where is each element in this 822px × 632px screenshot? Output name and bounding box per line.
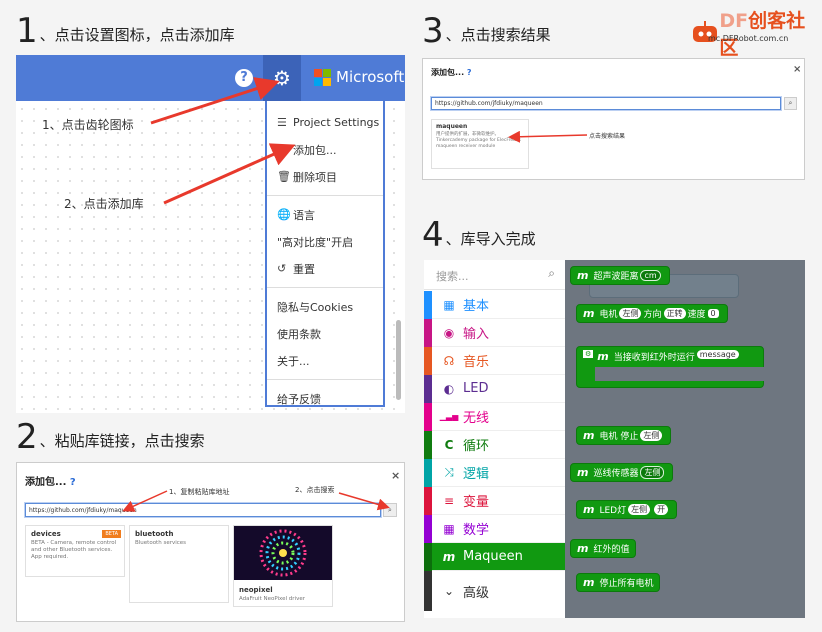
search-icon: ⌕	[548, 266, 555, 280]
shuffle-icon: ⤨	[444, 465, 454, 479]
block-led-light[interactable]: m LED灯 左侧开	[576, 500, 678, 519]
dfrobot-logo: DF创客社区 mc.DFRobot.com.cn	[690, 6, 822, 60]
event-block-mouth	[595, 367, 764, 381]
step-2-title: 2 、粘贴库链接，点击搜索	[16, 417, 205, 457]
maqueen-m-icon: m	[442, 549, 456, 564]
logo-brand: DF创客社区	[719, 10, 806, 59]
block-ir-value[interactable]: m 红外的值	[570, 539, 637, 558]
package-card-devices[interactable]: devices BETA BETA - Camera, remote contr…	[25, 525, 125, 577]
package-card-neopixel[interactable]: neopixel AdaFruit NeoPixel driver	[233, 525, 333, 607]
neopixel-image	[234, 526, 332, 580]
loop-icon: C	[444, 437, 454, 452]
toolbox-search-input[interactable]: 搜索... ⌕	[424, 260, 565, 290]
makecode-editor-panel: ? ⚙ Microsoft ☰Project Settings ▤添加包... …	[16, 55, 405, 413]
category-music[interactable]: ☊ 音乐	[424, 346, 565, 375]
toggle-icon: ◐	[443, 381, 455, 396]
grid-icon: ▦	[443, 297, 455, 312]
step-1-title: 1 、点击设置图标，点击添加库	[16, 11, 235, 51]
toolbox-sidebar: 搜索... ⌕ ▦ 基本 ◉ 输入 ☊ 音乐 ◐ LED ▁▃▅ 无线 C 循环 ⤨ 逻辑 ≡ 变…	[424, 260, 565, 618]
category-variables[interactable]: ≡ 变量	[424, 486, 565, 515]
category-input[interactable]: ◉ 输入	[424, 318, 565, 347]
category-logic[interactable]: ⤨ 逻辑	[424, 458, 565, 487]
annotation-arrows	[150, 77, 296, 205]
signal-icon: ▁▃▅	[439, 412, 459, 421]
add-package-dialog-step2: 添加包... ? × https://github.com/jfdiuky/ma…	[16, 462, 405, 622]
calculator-icon: ▦	[443, 521, 455, 536]
category-led[interactable]: ◐ LED	[424, 374, 565, 403]
list-icon: ≡	[443, 493, 455, 508]
annotation-arrows	[508, 130, 588, 143]
block-ultrasonic-distance[interactable]: m 超声波距离 cm	[570, 266, 670, 285]
beta-badge: BETA	[102, 530, 121, 538]
category-advanced[interactable]: ⌄ 高级	[424, 571, 565, 611]
step-3-title: 3 、点击搜索结果	[422, 11, 551, 51]
category-loops[interactable]: C 循环	[424, 430, 565, 459]
blocks-toolbox-panel: 搜索... ⌕ ▦ 基本 ◉ 输入 ☊ 音乐 ◐ LED ▁▃▅ 无线 C 循环 ⤨ 逻辑 ≡ 变…	[424, 260, 805, 618]
gear-icon: ⚙	[583, 350, 594, 358]
add-package-dialog-step3: 添加包... ? × https://github.com/jfdiuky/ma…	[422, 58, 805, 180]
category-maqueen[interactable]: m Maqueen	[424, 542, 565, 571]
category-math[interactable]: ▦ 数学	[424, 514, 565, 543]
chevron-down-icon: ⌄	[443, 584, 455, 598]
block-stop-all-motors[interactable]: m 停止所有电机	[576, 573, 661, 592]
target-icon: ◉	[443, 325, 455, 340]
block-line-sensor[interactable]: m 巡线传感器 左侧	[570, 463, 674, 482]
category-radio[interactable]: ▁▃▅ 无线	[424, 402, 565, 431]
block-motor-stop[interactable]: m 电机 停止 左侧	[576, 426, 672, 445]
logo-url: mc.DFRobot.com.cn	[708, 34, 789, 43]
headphones-icon: ☊	[443, 353, 455, 368]
step-4-title: 4 、库导入完成	[422, 215, 536, 255]
package-card-bluetooth[interactable]: bluetooth Bluetooth services	[129, 525, 229, 603]
category-basic[interactable]: ▦ 基本	[424, 290, 565, 319]
block-motor-run[interactable]: m 电机 左侧 方向 正转 速度 0	[576, 304, 728, 323]
